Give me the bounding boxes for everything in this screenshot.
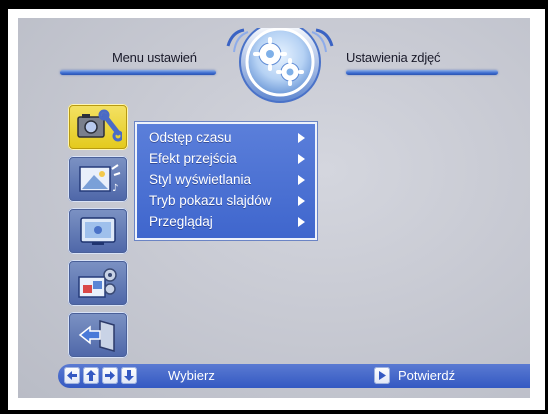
arrow-up-icon (86, 370, 96, 381)
arrow-right-button[interactable] (102, 367, 118, 384)
header-underline-right (346, 70, 498, 75)
arrow-down-button[interactable] (121, 367, 137, 384)
confirm-hint-label: Potwierdź (398, 368, 456, 383)
settings-screen: Menu ustawień Ustawienia zdjęć ♪ Odstęp … (18, 18, 530, 398)
menu-item-browse[interactable]: Przeglądaj (149, 212, 313, 232)
svg-text:♪: ♪ (112, 183, 118, 194)
sidebar-item-exit[interactable] (68, 312, 128, 358)
menu-item-label: Odstęp czasu (149, 130, 232, 145)
arrow-right-icon (298, 133, 305, 143)
arrow-up-button[interactable] (83, 367, 99, 384)
sidebar-item-display[interactable] (68, 208, 128, 254)
arrow-down-icon (124, 370, 134, 381)
arrow-right-icon (105, 371, 115, 380)
arrow-right-icon (298, 175, 305, 185)
arrow-left-button[interactable] (64, 367, 80, 384)
menu-item-transition[interactable]: Efekt przejścia (149, 149, 313, 169)
arrow-left-icon (67, 371, 77, 380)
confirm-button[interactable] (374, 367, 390, 384)
sidebar-item-image-config[interactable] (68, 260, 128, 306)
settings-submenu: Odstęp czasu Efekt przejścia Styl wyświe… (135, 122, 317, 240)
menu-item-slideshow-mode[interactable]: Tryb pokazu slajdów (149, 191, 313, 211)
arrow-right-icon (298, 196, 305, 206)
menu-item-label: Styl wyświetlania (149, 172, 252, 187)
arrow-right-icon (298, 217, 305, 227)
section-title: Ustawienia zdjęć (346, 50, 441, 65)
image-config-icon (78, 268, 117, 298)
bottom-help-bar: Wybierz Potwierdź (58, 364, 530, 388)
menu-item-display-style[interactable]: Styl wyświetlania (149, 170, 313, 190)
menu-item-label: Tryb pokazu slajdów (149, 193, 272, 208)
menu-item-label: Przeglądaj (149, 214, 213, 229)
slideshow-transition-icon: ♪ (79, 164, 121, 194)
gears-icon (226, 28, 334, 103)
header-underline-left (60, 70, 216, 75)
menu-item-label: Efekt przejścia (149, 151, 237, 166)
exit-door-icon (78, 320, 115, 352)
play-icon (379, 371, 386, 380)
select-hint-label: Wybierz (168, 368, 215, 383)
menu-title: Menu ustawień (112, 50, 197, 65)
arrow-right-icon (298, 154, 305, 164)
photo-settings-icon (77, 109, 122, 142)
display-icon (80, 217, 116, 245)
menu-item-interval[interactable]: Odstęp czasu (149, 128, 313, 148)
sidebar-item-photo-settings[interactable] (68, 104, 128, 150)
sidebar-item-slideshow[interactable]: ♪ (68, 156, 128, 202)
